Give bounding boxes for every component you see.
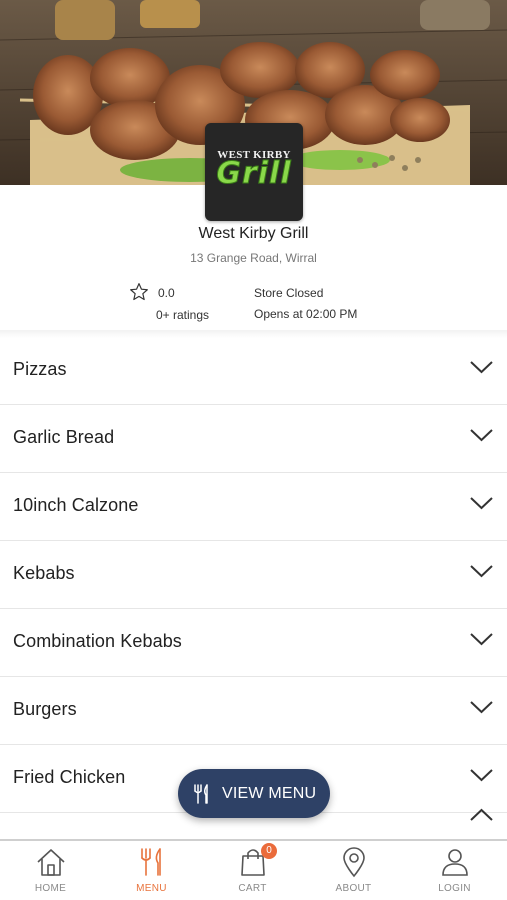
nav-login[interactable]: LOGIN [404, 841, 505, 900]
view-menu-label: VIEW MENU [222, 784, 317, 802]
category-row-combination-kebabs[interactable]: Combination Kebabs [0, 609, 507, 677]
nav-home[interactable]: HOME [0, 841, 101, 900]
category-label: Kebabs [13, 563, 75, 583]
category-row-kebabs[interactable]: Kebabs [0, 541, 507, 609]
category-label: Fried Chicken [13, 767, 126, 787]
nav-label-login: LOGIN [438, 883, 471, 894]
chevron-down-icon [470, 361, 493, 374]
category-row-pizzas[interactable]: Pizzas [0, 337, 507, 405]
chevron-down-icon [470, 701, 493, 714]
category-row-garlic-bread[interactable]: Garlic Bread [0, 405, 507, 473]
chevron-up-icon [470, 808, 493, 821]
chevron-down-icon [470, 769, 493, 782]
star-icon [130, 283, 148, 301]
chevron-down-icon [470, 429, 493, 442]
nav-menu[interactable]: MENU [101, 841, 202, 900]
nav-label-cart: CART [238, 883, 267, 894]
store-opening-time: Opens at 02:00 PM [254, 307, 358, 321]
category-label: Pizzas [13, 359, 67, 379]
category-list: Pizzas Garlic Bread 10inch Calzone Kebab… [0, 337, 507, 839]
bottom-navigation: HOME MENU CART 0 ABOUT LOGIN [0, 839, 507, 900]
view-menu-button[interactable]: VIEW MENU [178, 769, 330, 818]
nav-label-about: ABOUT [335, 883, 372, 894]
home-icon [37, 849, 65, 876]
store-logo: WEST KIRBY Grill [205, 123, 303, 221]
logo-text-main: Grill [216, 156, 292, 191]
cutlery-icon [141, 848, 161, 876]
chevron-down-icon [470, 497, 493, 510]
nav-cart[interactable]: CART [202, 841, 303, 900]
store-name: West Kirby Grill [198, 225, 309, 242]
rating-value: 0.0 [158, 286, 175, 300]
location-pin-icon [343, 847, 365, 878]
chevron-down-icon [470, 633, 493, 646]
category-label: Burgers [13, 699, 77, 719]
user-icon [442, 849, 468, 876]
cutlery-icon [194, 783, 208, 804]
store-status: Store Closed [254, 286, 324, 300]
cart-count-badge: 0 [261, 843, 277, 859]
category-label: Garlic Bread [13, 427, 115, 447]
nav-label-menu: MENU [136, 883, 167, 894]
rating-count: 0+ ratings [156, 308, 210, 322]
nav-label-home: HOME [34, 883, 67, 894]
category-label: Combination Kebabs [13, 631, 182, 651]
category-row-burgers[interactable]: Burgers [0, 677, 507, 745]
category-row-calzone[interactable]: 10inch Calzone [0, 473, 507, 541]
nav-about[interactable]: ABOUT [303, 841, 404, 900]
store-address: 13 Grange Road, Wirral [190, 251, 317, 265]
category-label: 10inch Calzone [13, 495, 139, 515]
chevron-down-icon [470, 565, 493, 578]
